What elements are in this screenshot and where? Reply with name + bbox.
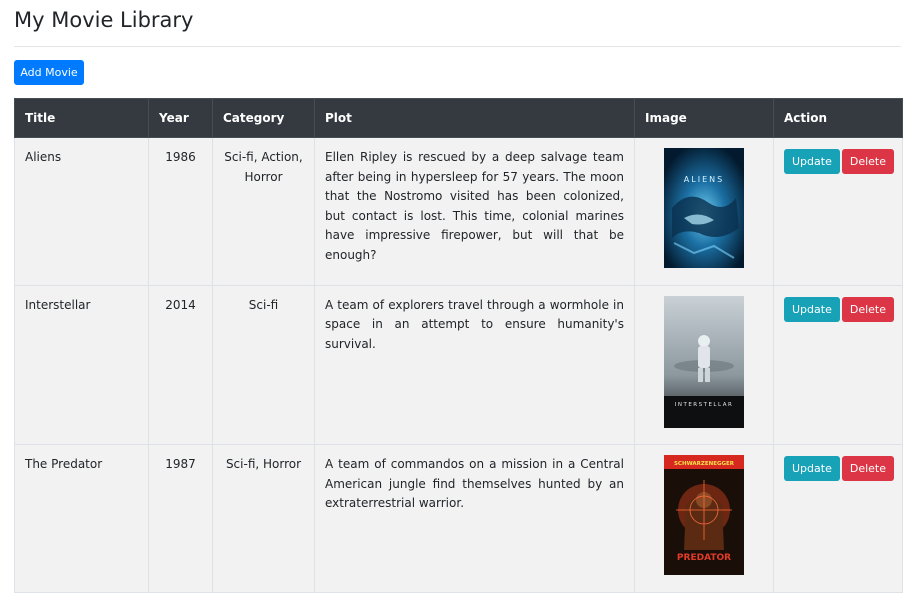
movie-year-cell: 1987	[148, 444, 213, 593]
column-header-plot: Plot	[314, 98, 635, 138]
title-divider	[14, 46, 901, 47]
poster-title-text: INTERSTELLAR	[675, 402, 734, 408]
movie-poster-image: SCHWARZENEGGER PREDATOR	[664, 455, 744, 575]
movie-poster-image: INTERSTELLAR	[664, 295, 744, 428]
delete-button[interactable]: Delete	[841, 149, 894, 174]
delete-button[interactable]: Delete	[841, 296, 894, 322]
movie-title-cell: The Predator	[14, 444, 149, 593]
column-header-title: Title	[14, 98, 149, 138]
poster-subtitle-text: PREDATOR	[677, 553, 731, 563]
movie-category-cell: Sci-fi, Action, Horror	[212, 137, 315, 286]
page-title: My Movie Library	[14, 8, 194, 32]
movie-title-cell: Interstellar	[14, 284, 149, 445]
movie-category-cell: Sci-fi, Horror	[212, 444, 315, 593]
poster-title-text: ALIENS	[684, 175, 724, 184]
column-header-image: Image	[634, 98, 774, 138]
movie-actions-cell: Update Delete	[773, 284, 903, 445]
table-row: Interstellar 2014 Sci-fi A team of explo…	[14, 284, 903, 445]
delete-button[interactable]: Delete	[841, 456, 894, 481]
column-header-year: Year	[148, 98, 213, 138]
movie-category-cell: Sci-fi	[212, 284, 315, 445]
movie-poster-image: ALIENS	[664, 148, 744, 268]
table-row: Aliens 1986 Sci-fi, Action, Horror Ellen…	[14, 137, 903, 286]
movie-plot-cell: Ellen Ripley is rescued by a deep salvag…	[314, 137, 635, 286]
movie-actions-cell: Update Delete	[773, 137, 903, 286]
column-header-category: Category	[212, 98, 315, 138]
movie-title-cell: Aliens	[14, 137, 149, 286]
update-button[interactable]: Update	[784, 149, 840, 174]
movie-image-cell: SCHWARZENEGGER PREDATOR	[634, 444, 774, 593]
movie-image-cell: INTERSTELLAR	[634, 284, 774, 445]
movie-table: Title Year Category Plot Image Action Al…	[14, 98, 903, 593]
column-header-action: Action	[773, 98, 903, 138]
movie-year-cell: 2014	[148, 284, 213, 445]
table-header-row: Title Year Category Plot Image Action	[14, 98, 903, 138]
movie-image-cell: ALIENS	[634, 137, 774, 286]
add-movie-button[interactable]: Add Movie	[14, 60, 84, 85]
movie-actions-cell: Update Delete	[773, 444, 903, 593]
movie-year-cell: 1986	[148, 137, 213, 286]
poster-title-text: SCHWARZENEGGER	[674, 461, 735, 467]
table-row: The Predator 1987 Sci-fi, Horror A team …	[14, 444, 903, 593]
update-button[interactable]: Update	[784, 296, 840, 322]
movie-plot-cell: A team of explorers travel through a wor…	[314, 284, 635, 445]
update-button[interactable]: Update	[784, 456, 840, 481]
movie-plot-cell: A team of commandos on a mission in a Ce…	[314, 444, 635, 593]
